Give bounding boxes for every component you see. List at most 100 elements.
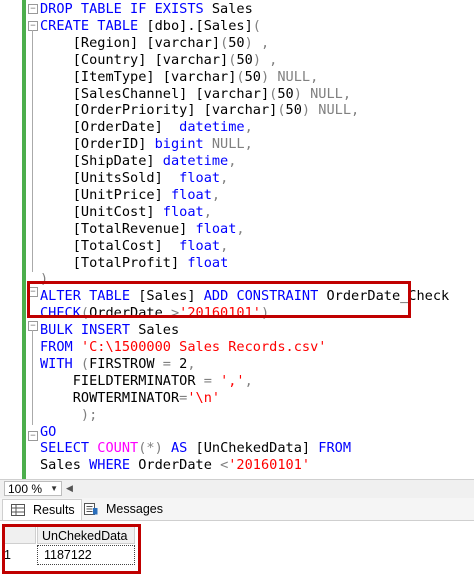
- code-token: 50: [277, 85, 294, 102]
- code-line[interactable]: SELECT COUNT(*) AS [UnChekedData] FROM: [40, 440, 351, 457]
- code-token: FROM: [318, 440, 352, 457]
- fold-toggle-icon[interactable]: −: [28, 431, 38, 441]
- code-token: float: [187, 254, 229, 271]
- editor-status-bar: 100 % ▼ ◀: [0, 479, 474, 499]
- tab-results[interactable]: Results: [2, 499, 82, 520]
- code-token: 'C:\1500000 Sales Records.csv': [80, 339, 327, 355]
- code-token: [ShipDate]: [40, 153, 163, 170]
- tab-messages[interactable]: Messages: [76, 499, 169, 519]
- code-token: ,: [244, 119, 253, 136]
- code-line[interactable]: [TotalRevenue] float,: [40, 221, 245, 238]
- chevron-down-icon: ▼: [50, 484, 58, 493]
- code-line[interactable]: [UnitPrice] float,: [40, 187, 220, 204]
- code-line[interactable]: [Region] [varchar](50) ,: [40, 35, 269, 52]
- code-token: COUNT: [97, 440, 139, 457]
- code-line[interactable]: Sales WHERE OrderDate <'20160101': [40, 457, 310, 474]
- code-line[interactable]: FIELDTERMINATOR = ',',: [40, 373, 253, 390]
- code-token: (: [72, 355, 90, 372]
- code-token: ,: [244, 372, 253, 389]
- code-token: 50: [285, 102, 302, 119]
- zoom-dropdown[interactable]: 100 % ▼: [4, 481, 62, 496]
- tab-messages-label: Messages: [106, 502, 163, 516]
- code-token: CREATE TABLE: [40, 17, 139, 34]
- code-token: ) ,: [252, 51, 278, 68]
- code-token: float: [162, 203, 204, 220]
- zoom-value: 100 %: [8, 482, 43, 496]
- code-line[interactable]: WITH (FIRSTROW = 2,: [40, 356, 196, 373]
- code-line[interactable]: DROP TABLE IF EXISTS Sales: [40, 1, 253, 18]
- fold-toggle-icon[interactable]: −: [28, 21, 38, 31]
- scroll-left-icon[interactable]: ◀: [66, 483, 73, 494]
- code-token: [Region] [varchar]: [40, 34, 221, 51]
- code-token: float: [170, 186, 212, 203]
- code-token: [UnitsSold]: [40, 170, 180, 186]
- grid-icon: [11, 504, 25, 516]
- code-line[interactable]: CREATE TABLE [dbo].[Sales](: [40, 18, 261, 35]
- code-line[interactable]: ROWTERMINATOR='\n': [40, 390, 220, 407]
- code-line[interactable]: [SalesChannel] [varchar](50) NULL,: [40, 86, 351, 103]
- code-token: FROM: [40, 339, 73, 355]
- code-token: [UnitPrice]: [40, 186, 171, 203]
- code-token: Sales: [40, 457, 90, 474]
- code-token: 50: [236, 51, 253, 68]
- code-line[interactable]: BULK INSERT Sales: [40, 322, 179, 339]
- code-token: ',': [220, 372, 245, 389]
- code-token: ,: [211, 186, 221, 203]
- code-token: NULL,: [203, 136, 253, 153]
- code-token: (: [236, 68, 245, 85]
- code-token: Sales: [203, 1, 253, 17]
- code-token: SELECT: [40, 440, 90, 457]
- code-token: [TotalCost]: [40, 237, 180, 254]
- code-line[interactable]: [UnitsSold] float,: [40, 170, 229, 187]
- code-line[interactable]: [OrderDate] datetime,: [40, 119, 253, 136]
- code-token: (: [277, 102, 286, 119]
- code-token: float: [179, 170, 221, 186]
- code-line[interactable]: [Country] [varchar](50) ,: [40, 51, 278, 69]
- code-line[interactable]: [TotalCost] float,: [40, 237, 229, 255]
- code-token: ) NULL,: [293, 85, 352, 102]
- code-token: datetime: [179, 119, 245, 136]
- code-token: ) ,: [244, 34, 270, 51]
- code-token: Sales: [130, 322, 180, 339]
- code-token: ,: [187, 355, 196, 372]
- code-line[interactable]: [OrderID] bigint NULL,: [40, 136, 253, 153]
- code-token: ) NULL,: [301, 102, 360, 119]
- code-token: ,: [228, 153, 237, 170]
- code-line[interactable]: [OrderPriority] [varchar](50) NULL,: [40, 102, 359, 119]
- constraint-highlight-box: [27, 281, 411, 318]
- code-line[interactable]: [ItemType] [varchar](50) NULL,: [40, 68, 319, 86]
- fold-toggle-icon[interactable]: −: [28, 4, 38, 14]
- code-token: [UnChekedData]: [187, 440, 319, 457]
- result-highlight-box: [2, 524, 141, 574]
- code-line[interactable]: GO: [40, 424, 56, 441]
- code-line[interactable]: [TotalProfit] float: [40, 254, 229, 272]
- query-editor[interactable]: DROP TABLE IF EXISTS Sales CREATE TABLE […: [0, 0, 474, 479]
- code-token: 50: [228, 34, 245, 51]
- code-token: DROP TABLE IF EXISTS: [40, 1, 204, 17]
- code-line[interactable]: );: [40, 407, 97, 424]
- code-token: AS: [170, 440, 188, 457]
- fold-guide: [32, 30, 33, 272]
- code-token: WHERE: [89, 457, 131, 474]
- code-token: BULK INSERT: [40, 322, 131, 339]
- code-token: (: [252, 17, 261, 34]
- editor-gutter: [0, 0, 26, 479]
- code-line[interactable]: [UnitCost] float,: [40, 204, 212, 221]
- code-token: [Country] [varchar]: [40, 51, 229, 68]
- fold-toggle-icon[interactable]: −: [28, 321, 38, 331]
- change-tracking-bar: [22, 0, 26, 479]
- code-token: [OrderDate]: [40, 119, 180, 136]
- fold-guide: [32, 330, 33, 425]
- code-token: ,: [236, 220, 245, 237]
- code-token: ,: [203, 203, 212, 220]
- code-line[interactable]: [ShipDate] datetime,: [40, 153, 237, 170]
- code-token: 50: [244, 68, 261, 85]
- code-token: [SalesChannel] [varchar]: [40, 85, 270, 102]
- code-token: float: [179, 237, 221, 254]
- code-token: [OrderPriority] [varchar]: [40, 102, 278, 119]
- code-token: OrderDate: [130, 457, 221, 474]
- code-token: GO: [40, 423, 57, 440]
- code-line[interactable]: FROM 'C:\1500000 Sales Records.csv': [40, 339, 326, 356]
